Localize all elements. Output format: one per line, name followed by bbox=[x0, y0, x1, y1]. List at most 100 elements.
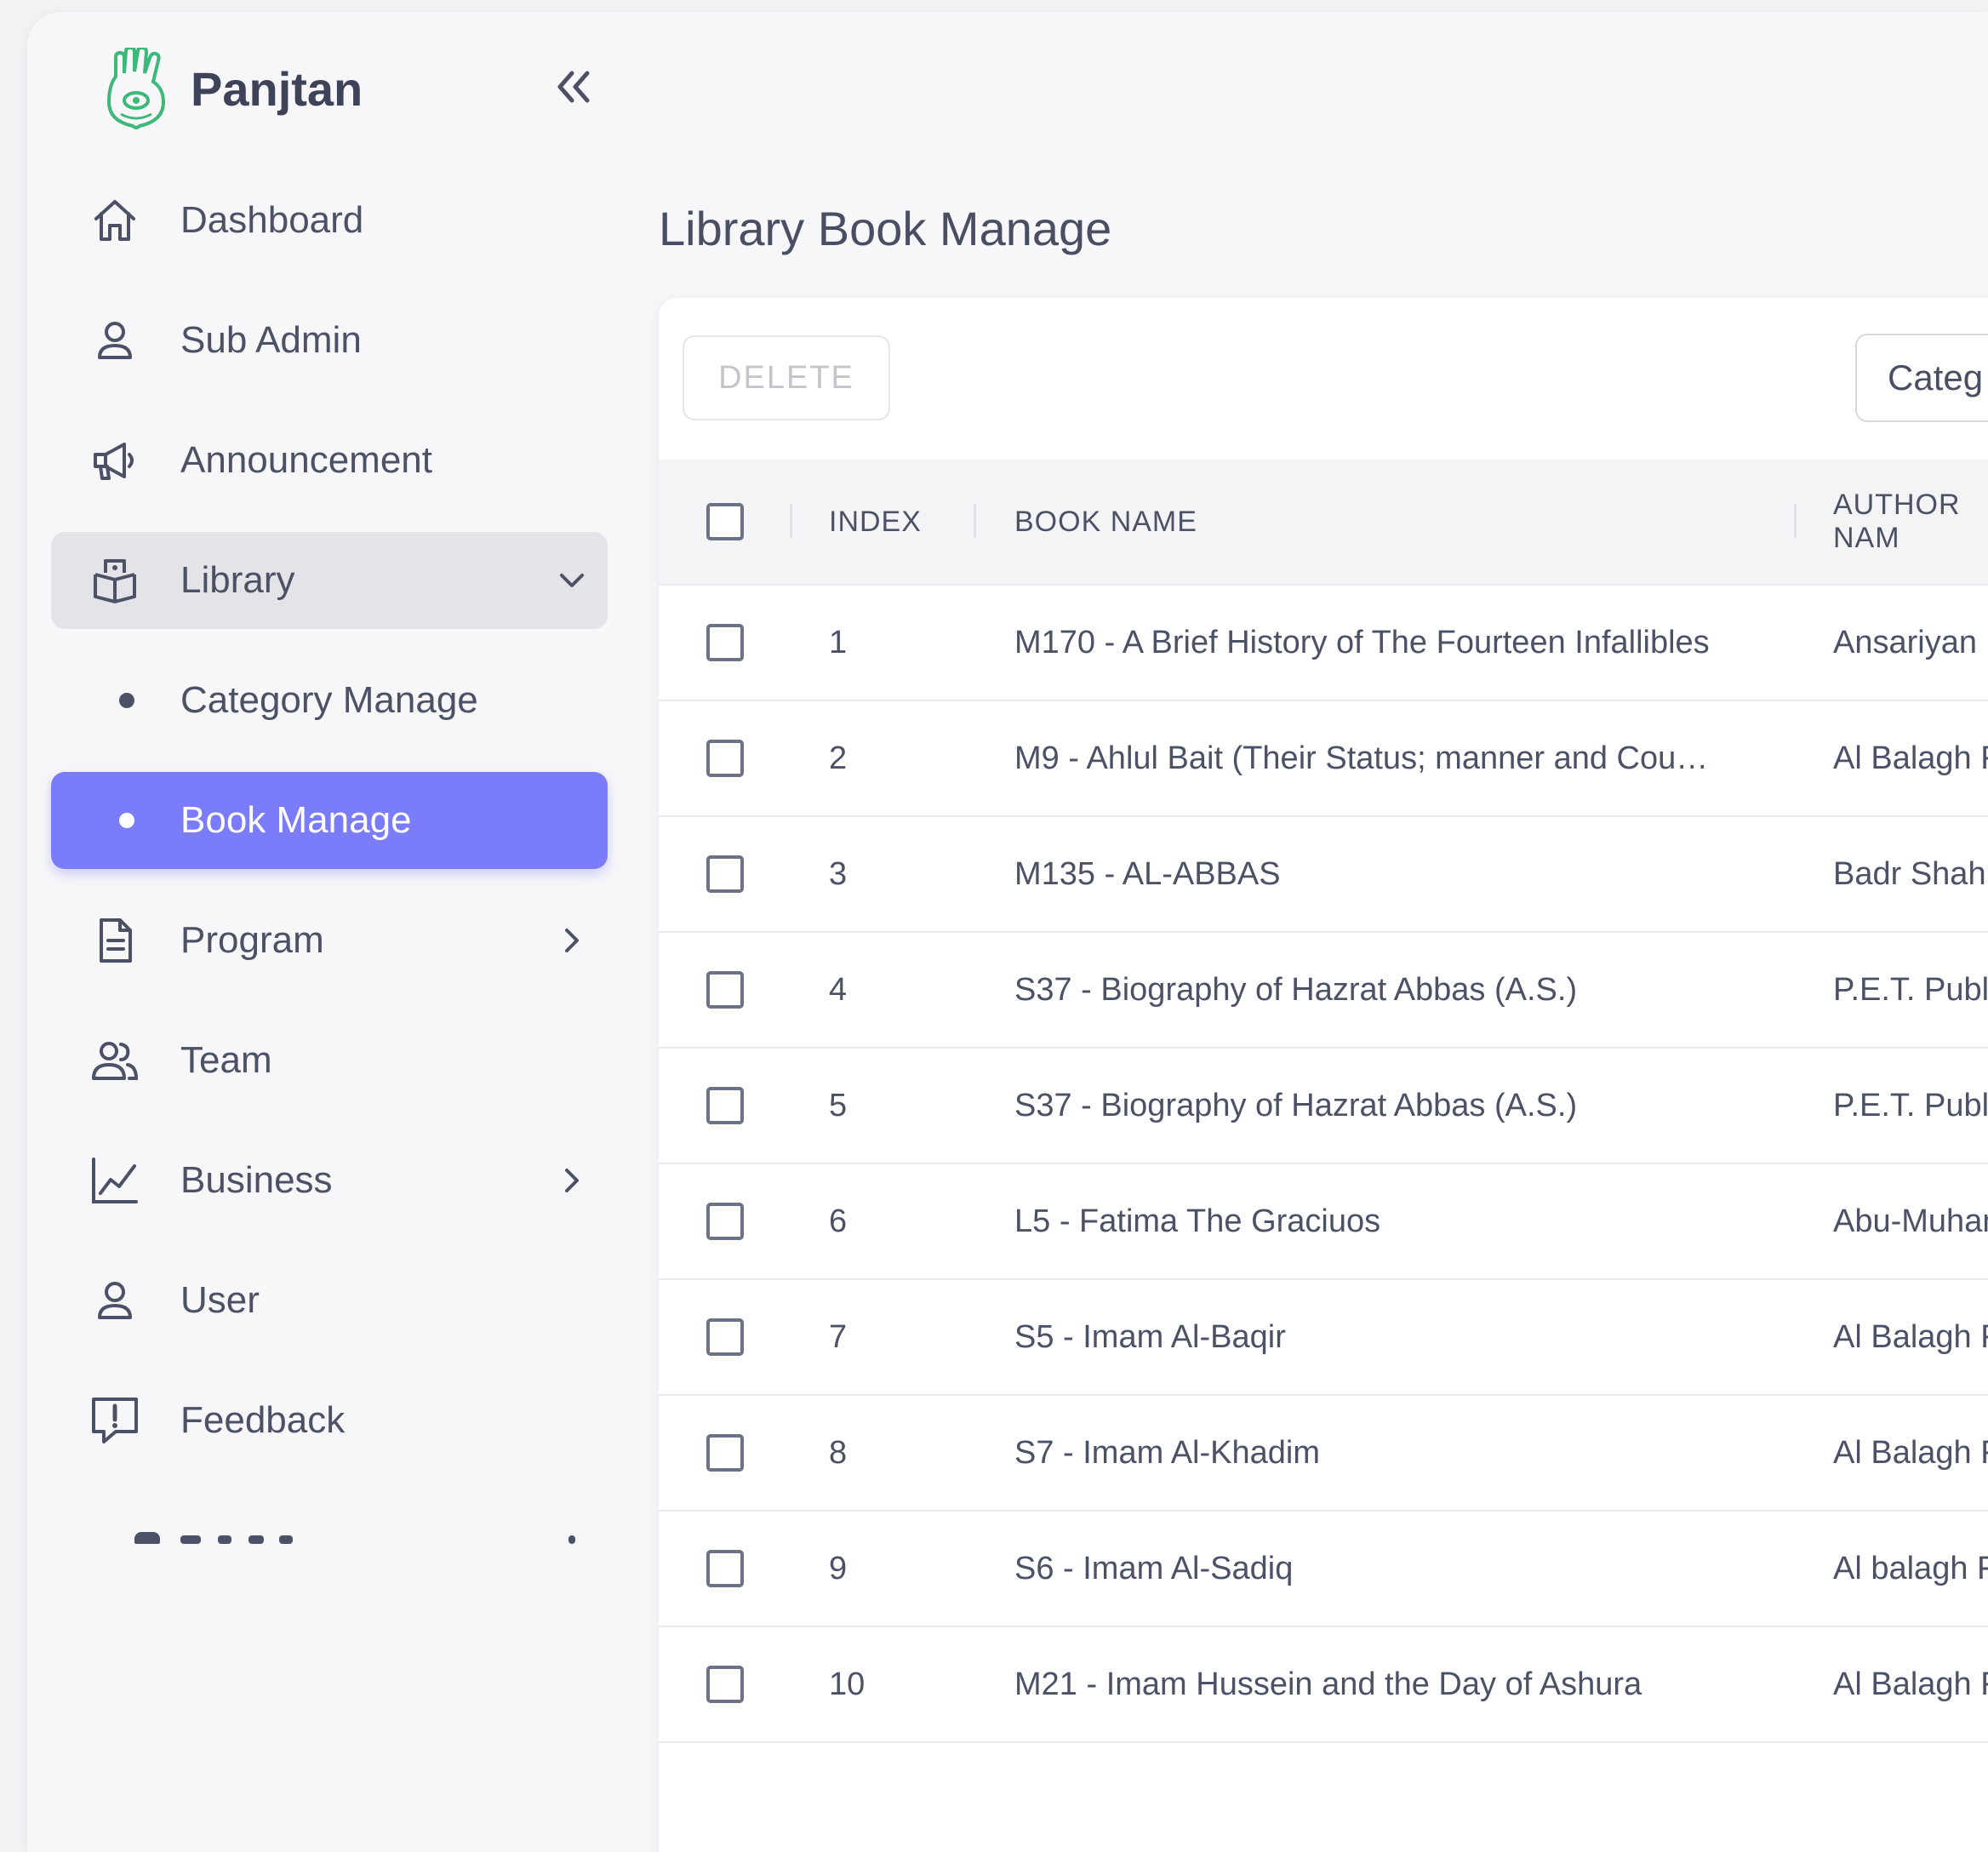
sidebar-item-team[interactable]: Team bbox=[51, 1012, 608, 1109]
row-book-name: S37 - Biography of Hazrat Abbas (A.S.) bbox=[1014, 972, 1578, 1008]
hamsa-logo-icon bbox=[106, 48, 166, 129]
row-book-name: M170 - A Brief History of The Fourteen I… bbox=[1014, 625, 1710, 660]
row-book-name: L5 - Fatima The Graciuos bbox=[1014, 1203, 1381, 1239]
table-row[interactable]: 4 S37 - Biography of Hazrat Abbas (A.S.)… bbox=[659, 933, 1988, 1049]
row-index: 4 bbox=[829, 971, 848, 1008]
row-book-name: S5 - Imam Al-Baqir bbox=[1014, 1319, 1286, 1355]
row-author-name: Al Balagh Fo bbox=[1833, 1434, 1988, 1471]
table-row[interactable]: 10 M21 - Imam Hussein and the Day of Ash… bbox=[659, 1627, 1988, 1743]
delete-button[interactable]: DELETE bbox=[683, 335, 890, 420]
sidebar-item-program[interactable]: Program bbox=[51, 892, 608, 989]
category-filter-select[interactable]: Categ bbox=[1855, 334, 1988, 422]
column-header-author-name[interactable]: AUTHOR NAM bbox=[1833, 460, 1988, 584]
row-checkbox[interactable] bbox=[706, 971, 744, 1009]
bullet-icon bbox=[119, 813, 134, 828]
row-author-name: Al balagh Fo bbox=[1833, 1550, 1988, 1586]
row-checkbox[interactable] bbox=[706, 1203, 744, 1240]
table-row[interactable]: 8 S7 - Imam Al-Khadim Al Balagh Fo bbox=[659, 1396, 1988, 1512]
sidebar-item-label: Category Manage bbox=[180, 679, 478, 721]
sidebar-item-feedback[interactable]: Feedback bbox=[51, 1372, 608, 1469]
book-table: INDEX BOOK NAME AUTHOR NAM 1 M170 - A Br… bbox=[659, 460, 1988, 1743]
sidebar-item-label: Dashboard bbox=[180, 199, 364, 241]
row-index: 8 bbox=[829, 1434, 848, 1471]
column-header-book-name[interactable]: BOOK NAME bbox=[1014, 460, 1197, 584]
sidebar-item-label: Announcement bbox=[180, 439, 432, 481]
table-row[interactable]: 3 M135 - AL-ABBAS Badr Shahin bbox=[659, 817, 1988, 933]
column-header-index[interactable]: INDEX bbox=[829, 460, 922, 584]
sidebar-item-sub-admin[interactable]: Sub Admin bbox=[51, 292, 608, 389]
table-row[interactable]: 1 M170 - A Brief History of The Fourteen… bbox=[659, 586, 1988, 701]
table-row[interactable]: 9 S6 - Imam Al-Sadiq Al balagh Fo bbox=[659, 1512, 1988, 1627]
row-book-name: S7 - Imam Al-Khadim bbox=[1014, 1435, 1320, 1471]
brand[interactable]: Panjtan bbox=[102, 46, 363, 131]
chevron-down-icon bbox=[560, 574, 584, 587]
row-checkbox[interactable] bbox=[706, 855, 744, 893]
chevron-right-icon bbox=[565, 929, 579, 952]
sidebar-item-label: User bbox=[180, 1279, 260, 1321]
feedback-icon bbox=[90, 1396, 140, 1445]
table-header: INDEX BOOK NAME AUTHOR NAM bbox=[659, 460, 1988, 586]
user-icon bbox=[90, 316, 140, 365]
row-index: 7 bbox=[829, 1318, 848, 1355]
chart-icon bbox=[90, 1156, 140, 1205]
table-row[interactable]: 2 M9 - Ahlul Bait (Their Status; manner … bbox=[659, 701, 1988, 817]
sidebar-item-label: Program bbox=[180, 919, 324, 961]
row-index: 1 bbox=[829, 624, 848, 660]
user-icon bbox=[90, 1276, 140, 1325]
row-checkbox[interactable] bbox=[706, 740, 744, 777]
sidebar-item-announcement[interactable]: Announcement bbox=[51, 412, 608, 509]
row-index: 3 bbox=[829, 855, 848, 892]
team-icon bbox=[90, 1036, 140, 1085]
chevron-right-icon bbox=[565, 1169, 579, 1192]
app-window: Panjtan Dashboard Sub Admin Announcement… bbox=[27, 12, 1988, 1852]
row-index: 9 bbox=[829, 1550, 848, 1586]
sidebar: Panjtan Dashboard Sub Admin Announcement… bbox=[27, 12, 623, 1852]
row-author-name: Ansariyan P bbox=[1833, 624, 1988, 660]
row-author-name: Abu-Muham bbox=[1833, 1203, 1988, 1239]
row-author-name: Badr Shahin bbox=[1833, 855, 1988, 892]
page-title: Library Book Manage bbox=[659, 202, 1112, 255]
row-book-name: M21 - Imam Hussein and the Day of Ashura bbox=[1014, 1666, 1642, 1702]
sidebar-item-label: Team bbox=[180, 1039, 272, 1081]
sidebar-item-library[interactable]: Library bbox=[51, 532, 608, 629]
sidebar-item-label: Business bbox=[180, 1159, 333, 1201]
column-divider bbox=[1794, 504, 1797, 538]
row-book-name: M135 - AL-ABBAS bbox=[1014, 856, 1281, 892]
row-checkbox[interactable] bbox=[706, 1434, 744, 1472]
row-checkbox[interactable] bbox=[706, 1666, 744, 1703]
sidebar-item-label: Feedback bbox=[180, 1399, 346, 1441]
row-author-name: Al Balagh Fo bbox=[1833, 1666, 1988, 1702]
sidebar-item-label: Sub Admin bbox=[180, 319, 362, 361]
row-checkbox[interactable] bbox=[706, 1318, 744, 1356]
brand-name: Panjtan bbox=[191, 61, 363, 116]
sidebar-subitem-category-manage[interactable]: Category Manage bbox=[51, 652, 608, 749]
sidebar-subitem-book-manage[interactable]: Book Manage bbox=[51, 772, 608, 869]
bullet-icon bbox=[119, 693, 134, 708]
table-row[interactable]: 6 L5 - Fatima The Graciuos Abu-Muham bbox=[659, 1164, 1988, 1280]
column-divider bbox=[790, 504, 792, 538]
home-icon bbox=[90, 196, 140, 245]
sidebar-nav: Dashboard Sub Admin Announcement Library bbox=[51, 172, 608, 1492]
book-table-card: DELETE Categ INDEX BOOK NAME AUTHOR NAM … bbox=[659, 298, 1988, 1852]
document-icon bbox=[90, 916, 140, 965]
row-author-name: P.E.T. Public bbox=[1833, 1087, 1988, 1123]
row-checkbox[interactable] bbox=[706, 1087, 744, 1124]
row-author-name: Al Balagh Fo bbox=[1833, 740, 1988, 776]
table-row[interactable]: 5 S37 - Biography of Hazrat Abbas (A.S.)… bbox=[659, 1049, 1988, 1164]
sidebar-item-business[interactable]: Business bbox=[51, 1132, 608, 1229]
row-checkbox[interactable] bbox=[706, 1550, 744, 1587]
sidebar-item-label: Book Manage bbox=[180, 799, 412, 841]
table-row[interactable]: 7 S5 - Imam Al-Baqir Al Balagh Fo bbox=[659, 1280, 1988, 1396]
sidebar-item-label: Library bbox=[180, 559, 295, 601]
row-book-name: M9 - Ahlul Bait (Their Status; manner an… bbox=[1014, 740, 1709, 776]
row-index: 2 bbox=[829, 740, 848, 776]
row-index: 10 bbox=[829, 1666, 865, 1702]
select-all-checkbox[interactable] bbox=[706, 503, 744, 540]
row-checkbox[interactable] bbox=[706, 624, 744, 661]
collapse-sidebar-icon[interactable] bbox=[548, 61, 599, 112]
sidebar-item-dashboard[interactable]: Dashboard bbox=[51, 172, 608, 269]
sidebar-item-cutoff bbox=[51, 1529, 608, 1547]
sidebar-item-user[interactable]: User bbox=[51, 1252, 608, 1349]
row-author-name: Al Balagh Fo bbox=[1833, 1318, 1988, 1355]
column-divider bbox=[974, 504, 976, 538]
